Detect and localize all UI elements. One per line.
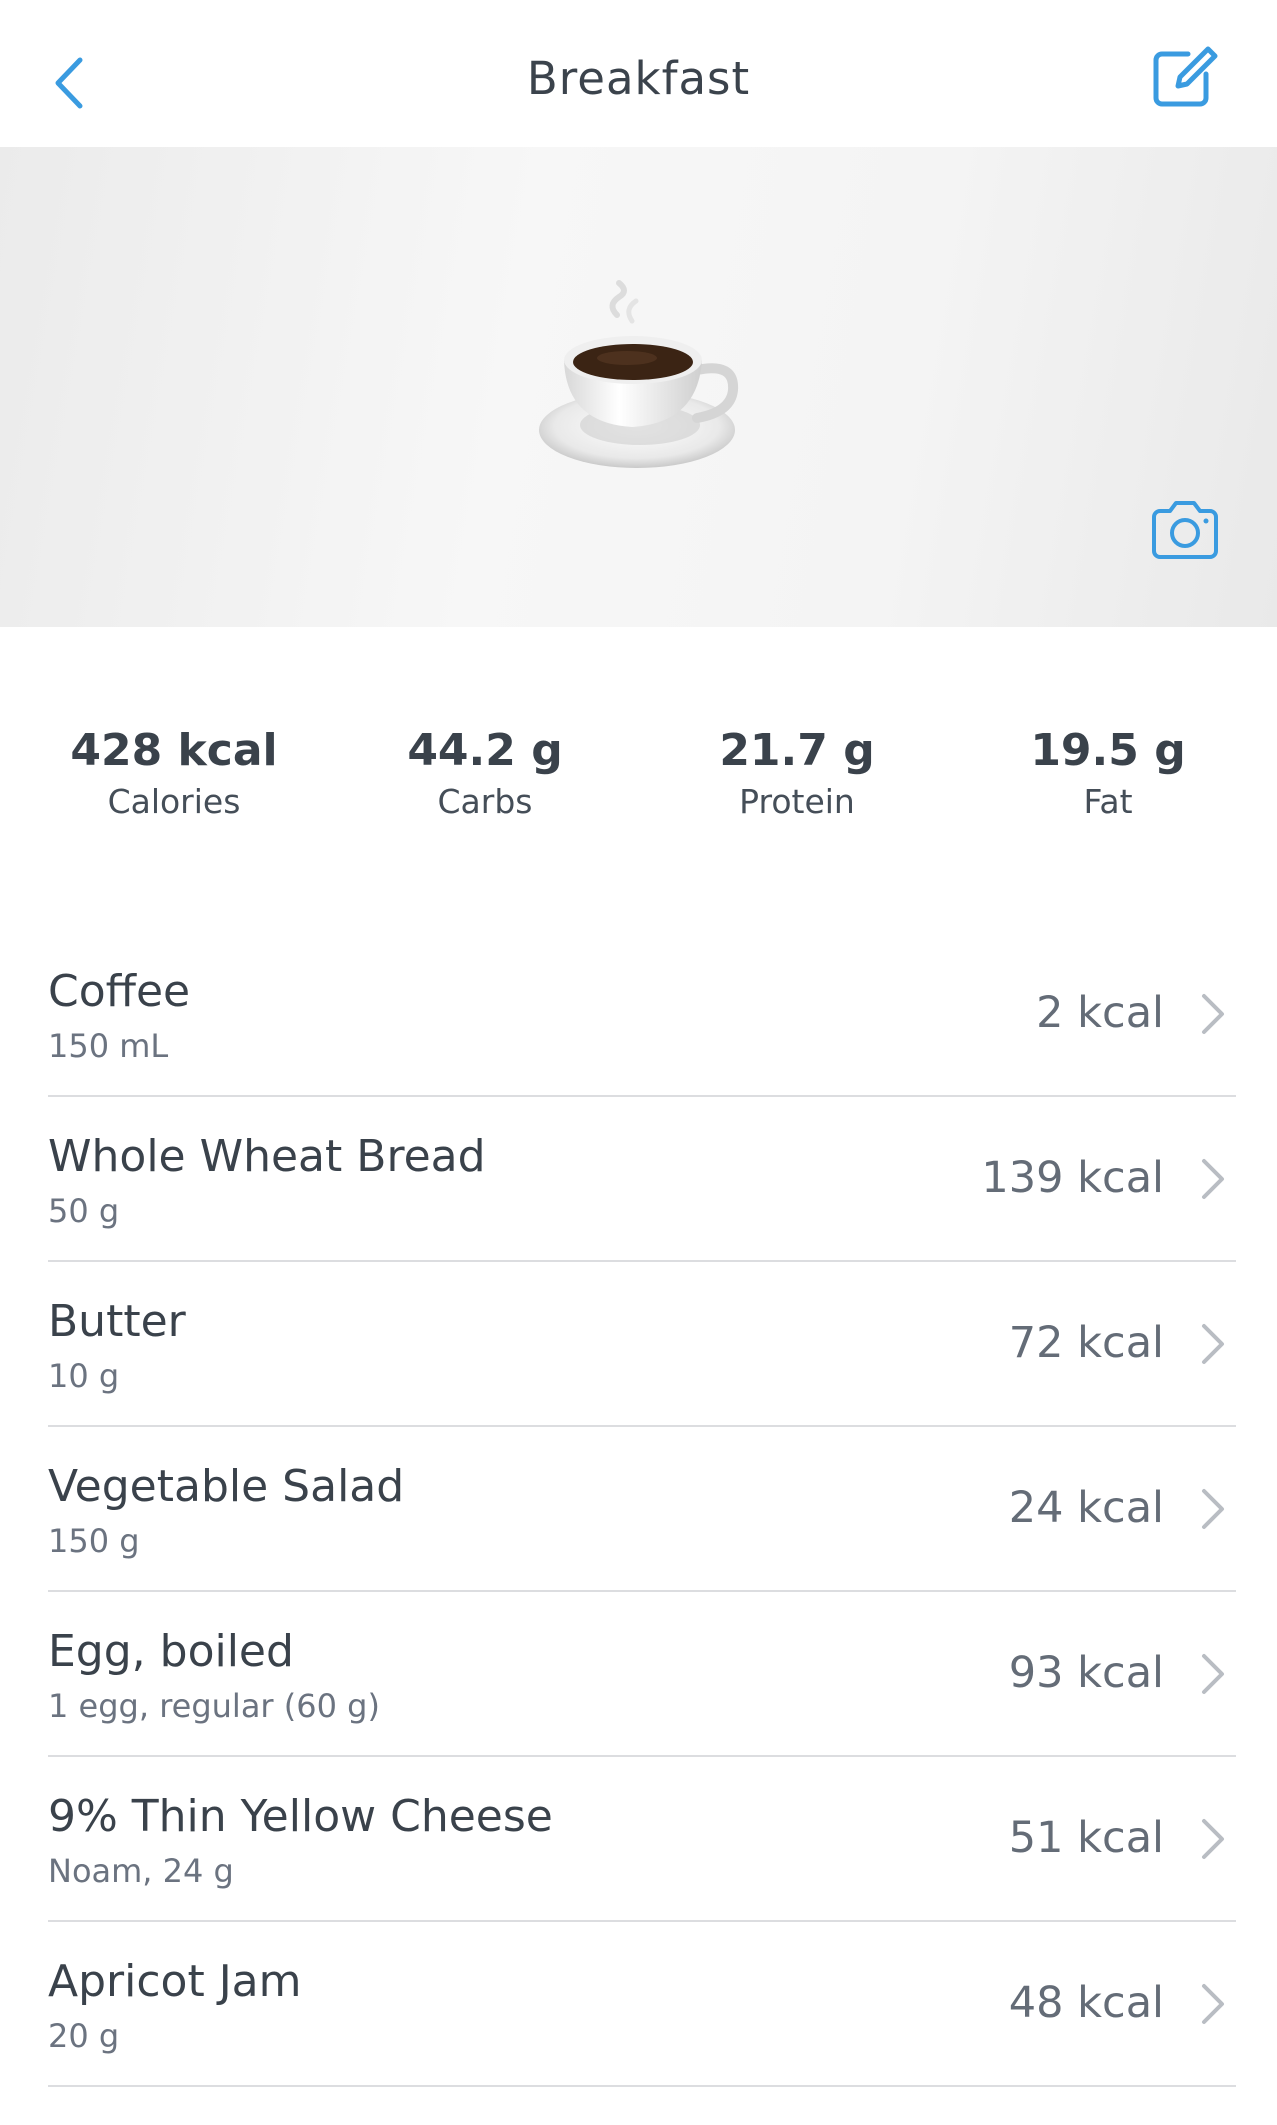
page-title: Breakfast — [526, 52, 751, 105]
macro-value: 428 kcal — [70, 725, 278, 776]
navigation-bar: Breakfast — [0, 0, 1277, 147]
meal-photo-area — [0, 147, 1277, 627]
food-item-row[interactable]: Coffee 150 mL 2 kcal — [48, 932, 1236, 1097]
macro-summary: 428 kcal Calories 44.2 g Carbs 21.7 g Pr… — [0, 722, 1277, 842]
food-item-list: Coffee 150 mL 2 kcal Whole Wheat Bread 5… — [48, 932, 1236, 2087]
macro-label: Fat — [1083, 782, 1133, 821]
food-item-row[interactable]: Apricot Jam 20 g 48 kcal — [48, 1922, 1236, 2087]
food-item-name: 9% Thin Yellow Cheese — [48, 1791, 553, 1842]
macro-label: Carbs — [437, 782, 533, 821]
camera-icon — [1152, 501, 1218, 559]
food-item-calories: 51 kcal — [1008, 1813, 1164, 1863]
coffee-cup-emoji — [539, 280, 739, 468]
macro-calories: 428 kcal Calories — [24, 722, 324, 824]
macro-value: 44.2 g — [407, 725, 563, 776]
chevron-right-icon — [1202, 1489, 1224, 1529]
food-item-row[interactable]: 9% Thin Yellow Cheese Noam, 24 g 51 kcal — [48, 1757, 1236, 1922]
food-item-name: Coffee — [48, 966, 191, 1017]
macro-carbs: 44.2 g Carbs — [335, 722, 635, 824]
food-item-amount: 10 g — [48, 1357, 120, 1395]
macro-label: Calories — [107, 782, 241, 821]
food-item-row[interactable]: Whole Wheat Bread 50 g 139 kcal — [48, 1097, 1236, 1262]
food-item-calories: 139 kcal — [981, 1153, 1164, 1203]
food-item-calories: 2 kcal — [1036, 988, 1164, 1038]
food-item-amount: 150 g — [48, 1522, 140, 1560]
food-item-amount: 50 g — [48, 1192, 120, 1230]
food-item-calories: 24 kcal — [1008, 1483, 1164, 1533]
food-item-name: Egg, boiled — [48, 1626, 294, 1677]
food-item-row[interactable]: Butter 10 g 72 kcal — [48, 1262, 1236, 1427]
food-item-amount: 20 g — [48, 2017, 120, 2055]
chevron-right-icon — [1202, 1984, 1224, 2024]
edit-icon — [1153, 46, 1218, 107]
food-item-amount: 1 egg, regular (60 g) — [48, 1687, 380, 1725]
food-item-name: Whole Wheat Bread — [48, 1131, 486, 1182]
macro-fat: 19.5 g Fat — [958, 722, 1258, 824]
food-item-amount: Noam, 24 g — [48, 1852, 234, 1890]
food-item-name: Vegetable Salad — [48, 1461, 405, 1512]
chevron-right-icon — [1202, 994, 1224, 1034]
food-item-amount: 150 mL — [48, 1027, 169, 1065]
food-item-calories: 72 kcal — [1008, 1318, 1164, 1368]
food-item-row[interactable]: Egg, boiled 1 egg, regular (60 g) 93 kca… — [48, 1592, 1236, 1757]
macro-value: 21.7 g — [719, 725, 875, 776]
macro-protein: 21.7 g Protein — [647, 722, 947, 824]
chevron-right-icon — [1202, 1159, 1224, 1199]
edit-button[interactable] — [1148, 42, 1228, 122]
food-item-row[interactable]: Vegetable Salad 150 g 24 kcal — [48, 1427, 1236, 1592]
food-item-calories: 93 kcal — [1008, 1648, 1164, 1698]
camera-button[interactable] — [1148, 497, 1222, 563]
macro-label: Protein — [739, 782, 855, 821]
macro-value: 19.5 g — [1030, 725, 1186, 776]
food-item-name: Apricot Jam — [48, 1956, 302, 2007]
chevron-right-icon — [1202, 1819, 1224, 1859]
food-item-name: Butter — [48, 1296, 186, 1347]
food-item-calories: 48 kcal — [1008, 1978, 1164, 2028]
chevron-right-icon — [1202, 1324, 1224, 1364]
chevron-right-icon — [1202, 1654, 1224, 1694]
